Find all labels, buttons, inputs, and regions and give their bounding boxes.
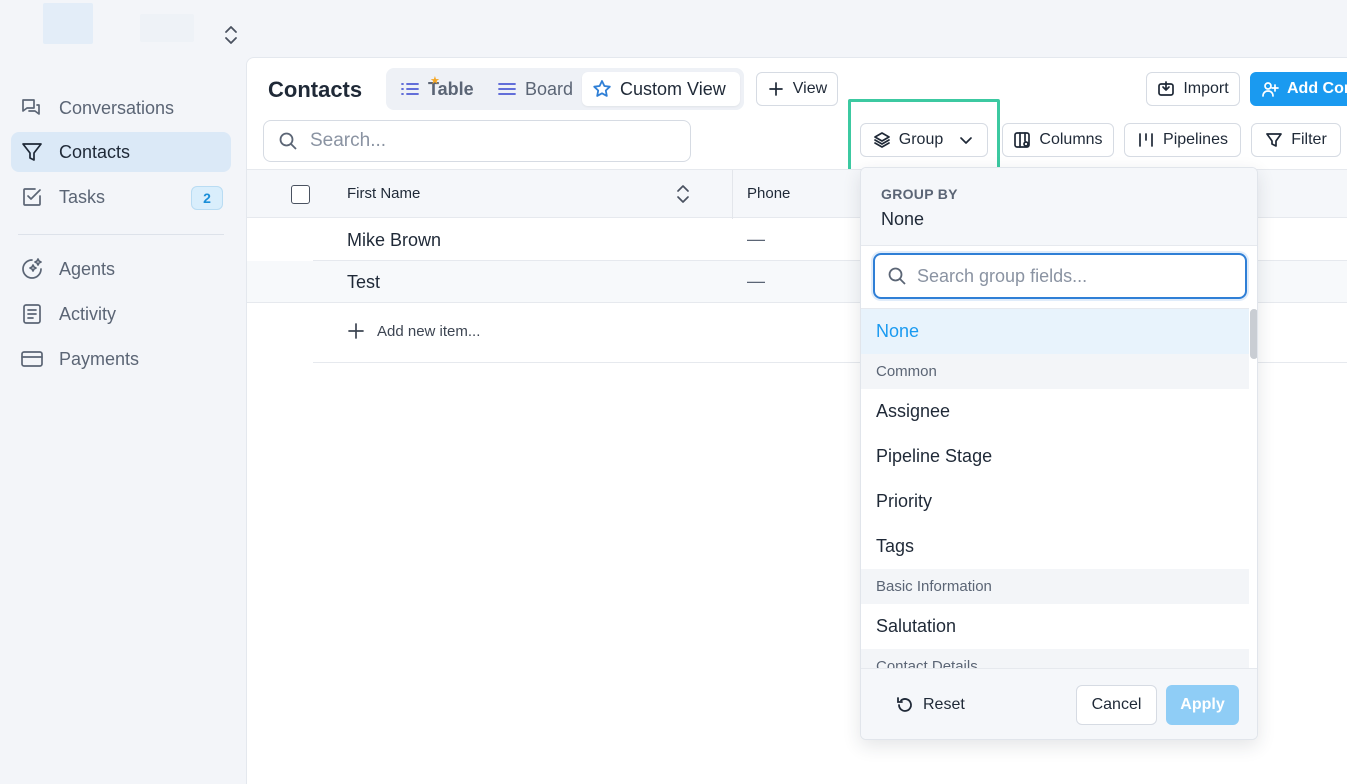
group-by-label: GROUP BY — [881, 186, 958, 202]
button-label: Add Con — [1287, 80, 1347, 97]
sidebar-item-payments[interactable]: Payments — [11, 339, 231, 379]
view-tabs: ★ Table Board Custom View — [386, 68, 744, 110]
option-assignee[interactable]: Assignee — [861, 389, 1249, 434]
list-icon — [401, 83, 419, 95]
columns-button[interactable]: Columns — [1002, 123, 1114, 157]
column-header-first-name[interactable]: First Name — [347, 185, 420, 202]
add-new-item-button[interactable]: Add new item... — [347, 322, 480, 340]
button-label: Import — [1183, 80, 1229, 97]
option-salutation[interactable]: Salutation — [861, 604, 1249, 649]
search-input[interactable] — [310, 130, 670, 152]
chevron-down-icon — [960, 137, 973, 144]
sidebar-item-label: Activity — [59, 303, 117, 324]
check-square-icon — [19, 184, 45, 210]
column-header-phone[interactable]: Phone — [747, 185, 790, 202]
button-label: View — [792, 80, 828, 97]
column-divider — [732, 170, 733, 219]
option-none[interactable]: None — [861, 309, 1249, 354]
cell-phone: — — [747, 229, 765, 249]
sidebar-item-label: Tasks — [59, 186, 106, 207]
default-star-icon: ★ — [430, 75, 440, 87]
board-icon — [498, 83, 516, 95]
button-label: Pipelines — [1163, 131, 1228, 148]
workspace-logo[interactable] — [43, 3, 93, 44]
scrollbar-track[interactable] — [1249, 308, 1257, 668]
pipelines-icon — [1139, 133, 1153, 147]
search-icon — [279, 132, 297, 150]
reset-icon — [897, 697, 912, 712]
sidebar-divider — [18, 234, 224, 235]
columns-icon — [1014, 132, 1031, 148]
chat-icon — [19, 95, 45, 121]
scrollbar-thumb[interactable] — [1250, 309, 1257, 359]
option-group-basic-information: Basic Information — [861, 569, 1249, 604]
filter-button[interactable]: Filter — [1251, 123, 1341, 157]
group-search-input[interactable] — [917, 265, 1237, 287]
sidebar-item-conversations[interactable]: Conversations — [11, 88, 231, 128]
import-icon — [1158, 81, 1175, 96]
page-title: Contacts — [268, 77, 363, 102]
option-priority[interactable]: Priority — [861, 479, 1249, 524]
tab-custom-view[interactable]: Custom View — [582, 72, 740, 106]
plus-icon — [348, 323, 364, 339]
chevron-updown-icon[interactable] — [222, 24, 240, 46]
sidebar-item-tasks[interactable]: Tasks 2 — [11, 177, 231, 217]
button-label: Filter — [1291, 131, 1327, 148]
button-label: Reset — [923, 696, 965, 713]
reset-button[interactable]: Reset — [895, 695, 965, 715]
group-by-current-value: None — [881, 209, 925, 229]
select-all-checkbox[interactable] — [291, 185, 310, 204]
option-tags[interactable]: Tags — [861, 524, 1249, 569]
tab-board[interactable]: Board — [497, 72, 573, 106]
import-button[interactable]: Import — [1146, 72, 1240, 106]
dropdown-footer: Reset Cancel Apply — [861, 668, 1257, 739]
cell-phone: — — [747, 271, 765, 291]
layers-icon — [873, 132, 890, 148]
group-button[interactable]: Group — [860, 123, 988, 157]
dropdown-header: GROUP BY None — [861, 168, 1257, 246]
tab-label: Board — [525, 78, 574, 99]
group-search-box — [873, 253, 1247, 299]
button-label: Columns — [1039, 131, 1103, 148]
card-icon — [19, 346, 45, 372]
tab-label: Custom View — [620, 78, 726, 99]
tasks-count-badge: 2 — [191, 186, 223, 210]
tab-table[interactable]: ★ Table — [400, 72, 474, 106]
group-by-dropdown: GROUP BY None None Common Assignee Pipel… — [860, 167, 1258, 740]
option-group-common: Common — [861, 354, 1249, 389]
pipelines-button[interactable]: Pipelines — [1124, 123, 1241, 157]
filter-icon — [1266, 133, 1283, 147]
sidebar: Conversations Contacts Tasks 2 Agents Ac… — [0, 0, 246, 784]
group-options-list: None Common Assignee Pipeline Stage Prio… — [861, 308, 1249, 668]
sidebar-item-label: Agents — [59, 258, 116, 279]
sidebar-item-agents[interactable]: Agents — [11, 249, 231, 289]
sidebar-item-label: Contacts — [59, 141, 131, 162]
apply-button[interactable]: Apply — [1166, 685, 1239, 725]
sparkle-agent-icon — [19, 256, 45, 282]
sidebar-item-activity[interactable]: Activity — [11, 294, 231, 334]
list-doc-icon — [19, 301, 45, 327]
option-pipeline-stage[interactable]: Pipeline Stage — [861, 434, 1249, 479]
option-group-contact-details: Contact Details — [861, 649, 1249, 668]
sidebar-item-label: Conversations — [59, 97, 175, 118]
add-item-label: Add new item... — [377, 322, 481, 340]
sort-icon[interactable] — [675, 183, 691, 205]
workspace-name-placeholder — [140, 14, 194, 42]
filter-icon — [19, 139, 45, 165]
sidebar-item-contacts[interactable]: Contacts — [11, 132, 231, 172]
cancel-button[interactable]: Cancel — [1076, 685, 1157, 725]
cell-first-name: Mike Brown — [347, 230, 442, 250]
add-user-icon — [1262, 82, 1279, 97]
star-icon — [593, 80, 611, 97]
add-contact-button[interactable]: Add Con — [1250, 72, 1347, 106]
search-bar — [263, 120, 691, 162]
plus-icon — [768, 82, 783, 96]
add-view-button[interactable]: View — [756, 72, 838, 106]
sidebar-item-label: Payments — [59, 348, 140, 369]
search-icon — [888, 267, 906, 285]
cell-first-name: Test — [347, 272, 381, 292]
button-label: Group — [898, 131, 944, 148]
